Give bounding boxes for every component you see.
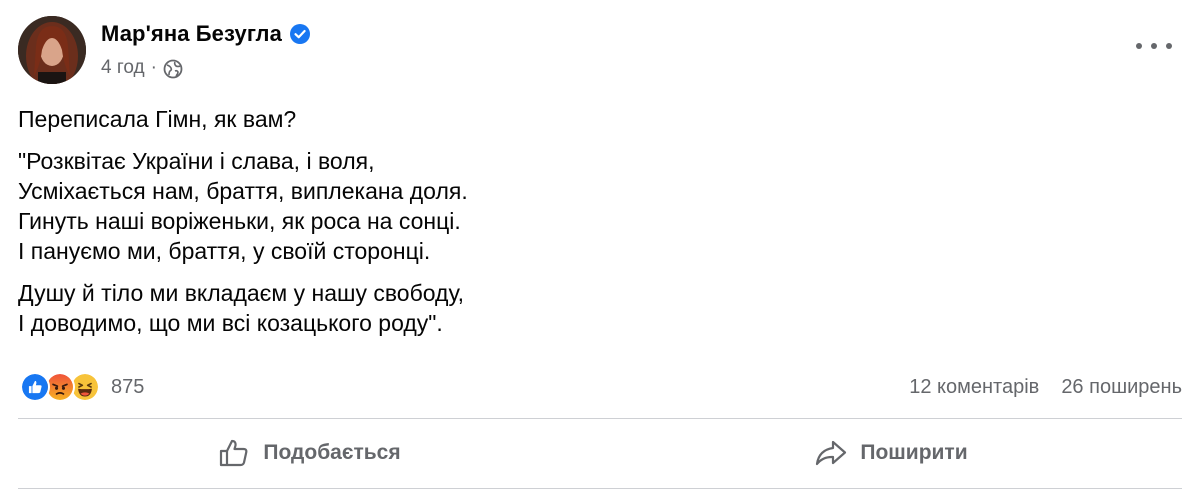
facebook-post: Мар'яна Безугла 4 год · Переписала Гімн,… xyxy=(0,0,1200,491)
author-line: Мар'яна Безугла xyxy=(101,21,310,47)
divider xyxy=(18,488,1182,489)
dot-icon xyxy=(1166,43,1172,49)
thumbs-up-icon xyxy=(220,439,248,467)
meta-separator: · xyxy=(150,57,157,78)
share-button-label: Поширити xyxy=(860,441,968,464)
globe-icon[interactable] xyxy=(163,59,183,79)
text-line: Усміхається нам, браття, виплекана доля. xyxy=(18,178,468,204)
profile-photo-icon xyxy=(18,16,86,84)
text-line: І пануємо ми, браття, у своїй сторонці. xyxy=(18,238,431,264)
share-arrow-icon xyxy=(816,440,847,466)
share-button[interactable]: Поширити xyxy=(600,420,1182,486)
more-options-button[interactable] xyxy=(1136,34,1172,58)
like-button[interactable]: Подобається xyxy=(18,420,600,486)
text-line: Душу й тіло ми вкладаєм у нашу свободу, xyxy=(18,280,465,306)
stanza-1: "Розквітає України і слава, і воля, Усмі… xyxy=(18,146,1118,266)
post-time[interactable]: 4 год xyxy=(101,57,145,79)
stanza-2: Душу й тіло ми вкладаєм у нашу свободу, … xyxy=(18,278,1118,338)
reactions-summary[interactable]: 875 xyxy=(20,372,144,402)
comments-count[interactable]: 12 коментарів xyxy=(909,376,1039,399)
reaction-count[interactable]: 875 xyxy=(111,376,144,399)
post-stats: 12 коментарів 26 поширень xyxy=(909,376,1182,399)
post-actions: Подобається Поширити xyxy=(18,420,1182,486)
reaction-icons xyxy=(20,372,100,402)
divider xyxy=(18,418,1182,419)
text-line: "Розквітає України і слава, і воля, xyxy=(18,148,375,174)
like-reaction-icon xyxy=(20,372,50,402)
post-text: Переписала Гімн, як вам? "Розквітає Укра… xyxy=(18,104,1118,350)
post-meta: 4 год · xyxy=(101,57,183,79)
dot-icon xyxy=(1136,43,1142,49)
shares-count[interactable]: 26 поширень xyxy=(1061,376,1182,399)
text-line: Гинуть наші воріженьки, як роса на сонці… xyxy=(18,208,461,234)
avatar[interactable] xyxy=(18,16,86,84)
text-line: І доводимо, що ми всі козацького роду". xyxy=(18,310,443,336)
post-intro: Переписала Гімн, як вам? xyxy=(18,106,297,132)
dot-icon xyxy=(1151,43,1157,49)
author-name[interactable]: Мар'яна Безугла xyxy=(101,21,282,47)
like-button-label: Подобається xyxy=(263,441,401,464)
verified-badge-icon xyxy=(289,24,310,44)
